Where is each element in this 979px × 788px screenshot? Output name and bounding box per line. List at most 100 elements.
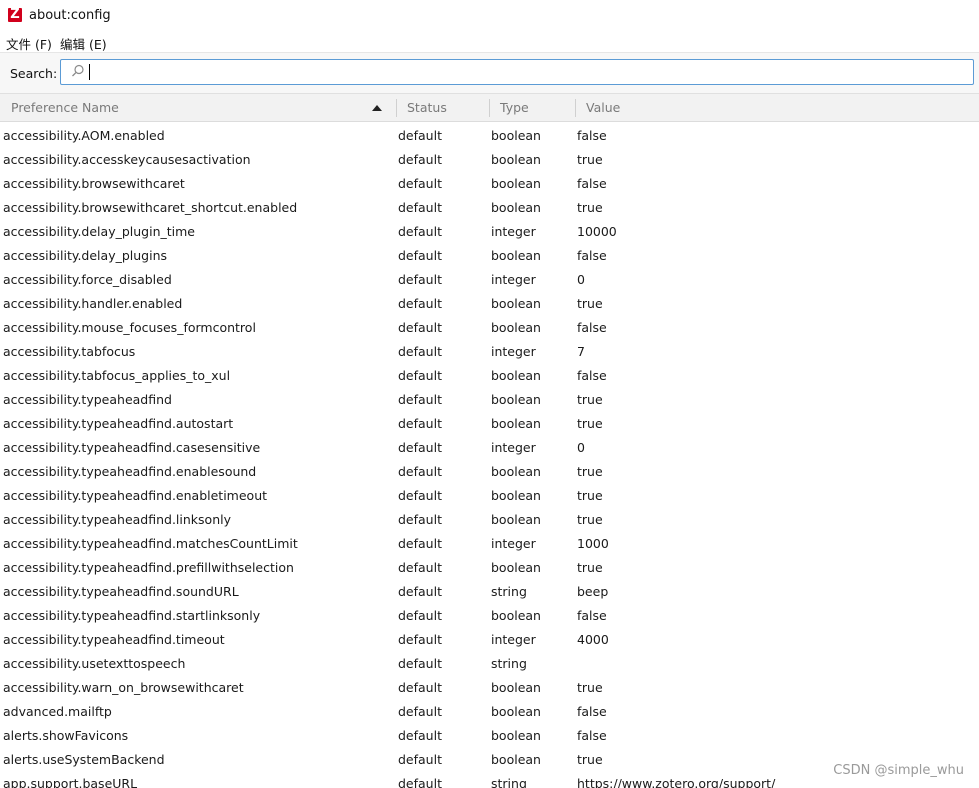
table-row[interactable]: accessibility.tabfocus_applies_to_xul def… (0, 364, 979, 388)
column-resizer[interactable] (396, 99, 397, 117)
table-row[interactable]: accessibility.browsewithcaret_shortcut.e… (0, 196, 979, 220)
pref-status: default (398, 272, 442, 287)
pref-status: default (398, 248, 442, 263)
pref-name: accessibility.delay_plugin_time (3, 224, 195, 239)
table-row[interactable]: accessibility.tabfocus default integer 7 (0, 340, 979, 364)
pref-value: false (577, 608, 607, 623)
table-row[interactable]: accessibility.typeaheadfind.casesensitiv… (0, 436, 979, 460)
pref-name: accessibility.typeaheadfind.timeout (3, 632, 225, 647)
menu-edit[interactable]: 编辑 (E) (60, 34, 107, 53)
pref-type: boolean (491, 488, 541, 503)
table-row[interactable]: accessibility.browsewithcaret default bool… (0, 172, 979, 196)
preferences-list: accessibility.AOM.enabled default boolean f… (0, 124, 979, 788)
pref-status: default (398, 680, 442, 695)
table-row[interactable]: accessibility.force_disabled default integ… (0, 268, 979, 292)
table-row[interactable]: accessibility.mouse_focuses_formcontrol d… (0, 316, 979, 340)
table-row[interactable]: accessibility.accesskeycausesactivation d… (0, 148, 979, 172)
table-row[interactable]: accessibility.typeaheadfind.startlinkson… (0, 604, 979, 628)
pref-name: alerts.useSystemBackend (3, 752, 165, 767)
pref-name: accessibility.typeaheadfind (3, 392, 172, 407)
pref-status: default (398, 560, 442, 575)
table-row[interactable]: accessibility.typeaheadfind.enablesound d… (0, 460, 979, 484)
column-resizer[interactable] (575, 99, 576, 117)
table-row[interactable]: accessibility.delay_plugins default boolea… (0, 244, 979, 268)
table-row[interactable]: alerts.useSystemBackend default boolean tru… (0, 748, 979, 772)
column-header-name[interactable]: Preference Name (11, 94, 119, 122)
pref-value: false (577, 320, 607, 335)
table-row[interactable]: alerts.showFavicons default boolean false (0, 724, 979, 748)
pref-value: true (577, 752, 603, 767)
table-row[interactable]: accessibility.delay_plugin_time default in… (0, 220, 979, 244)
table-row[interactable]: accessibility.usetexttospeech default stri… (0, 652, 979, 676)
pref-name: accessibility.typeaheadfind.enablesound (3, 464, 257, 479)
table-row[interactable]: accessibility.typeaheadfind.soundURL defa… (0, 580, 979, 604)
menu-file[interactable]: 文件 (F) (6, 34, 52, 53)
pref-value: 4000 (577, 632, 609, 647)
pref-value: true (577, 488, 603, 503)
pref-status: default (398, 464, 442, 479)
table-row[interactable]: advanced.mailftp default boolean false (0, 700, 979, 724)
table-row[interactable]: accessibility.typeaheadfind default boolea… (0, 388, 979, 412)
pref-name: accessibility.browsewithcaret (3, 176, 185, 191)
text-cursor (89, 64, 90, 80)
pref-status: default (398, 440, 442, 455)
column-header-status[interactable]: Status (407, 94, 447, 122)
pref-status: default (398, 344, 442, 359)
column-header-value[interactable]: Value (586, 94, 620, 122)
pref-type: integer (491, 440, 536, 455)
pref-name: accessibility.delay_plugins (3, 248, 168, 263)
table-row[interactable]: accessibility.typeaheadfind.matchesCount… (0, 532, 979, 556)
search-box[interactable] (60, 59, 974, 85)
table-row[interactable]: app.support.baseURL default string https://… (0, 772, 979, 788)
pref-name: accessibility.usetexttospeech (3, 656, 186, 671)
pref-status: default (398, 608, 442, 623)
pref-type: boolean (491, 728, 541, 743)
column-header-type[interactable]: Type (500, 94, 529, 122)
zotero-logo-icon: Z (8, 8, 22, 22)
pref-status: default (398, 488, 442, 503)
pref-type: boolean (491, 248, 541, 263)
table-row[interactable]: accessibility.AOM.enabled default boolean f… (0, 124, 979, 148)
pref-status: default (398, 392, 442, 407)
table-row[interactable]: accessibility.typeaheadfind.autostart def… (0, 412, 979, 436)
pref-type: boolean (491, 296, 541, 311)
sort-ascending-icon[interactable] (372, 104, 382, 112)
pref-name: alerts.showFavicons (3, 728, 129, 743)
pref-value: 7 (577, 344, 585, 359)
table-row[interactable]: accessibility.typeaheadfind.prefillwiths… (0, 556, 979, 580)
pref-status: default (398, 368, 442, 383)
table-row[interactable]: accessibility.typeaheadfind.timeout defau… (0, 628, 979, 652)
pref-type: integer (491, 224, 536, 239)
pref-type: string (491, 584, 527, 599)
table-row[interactable]: accessibility.warn_on_browsewithcaret def… (0, 676, 979, 700)
pref-name: accessibility.typeaheadfind.startlinkson… (3, 608, 261, 623)
pref-value: false (577, 704, 607, 719)
pref-type: integer (491, 272, 536, 287)
search-input[interactable] (91, 62, 961, 82)
pref-status: default (398, 704, 442, 719)
table-row[interactable]: accessibility.typeaheadfind.linksonly def… (0, 508, 979, 532)
search-label: Search: (10, 66, 58, 81)
column-resizer[interactable] (489, 99, 490, 117)
pref-status: default (398, 632, 442, 647)
search-bar: Search: (0, 52, 979, 94)
window-title: about:config (29, 8, 111, 23)
pref-type: integer (491, 632, 536, 647)
table-row[interactable]: accessibility.handler.enabled default bool… (0, 292, 979, 316)
pref-value: false (577, 728, 607, 743)
pref-name: advanced.mailftp (3, 704, 112, 719)
pref-status: default (398, 176, 442, 191)
pref-name: accessibility.typeaheadfind.autostart (3, 416, 234, 431)
pref-value: true (577, 416, 603, 431)
pref-type: boolean (491, 704, 541, 719)
pref-value: 1000 (577, 536, 609, 551)
pref-value: false (577, 176, 607, 191)
pref-status: default (398, 224, 442, 239)
pref-value: true (577, 512, 603, 527)
pref-name: accessibility.typeaheadfind.matchesCount… (3, 536, 298, 551)
pref-type: boolean (491, 464, 541, 479)
pref-type: boolean (491, 176, 541, 191)
pref-name: accessibility.typeaheadfind.casesensitiv… (3, 440, 261, 455)
pref-name: accessibility.tabfocus_applies_to_xul (3, 368, 231, 383)
table-row[interactable]: accessibility.typeaheadfind.enabletimeou… (0, 484, 979, 508)
